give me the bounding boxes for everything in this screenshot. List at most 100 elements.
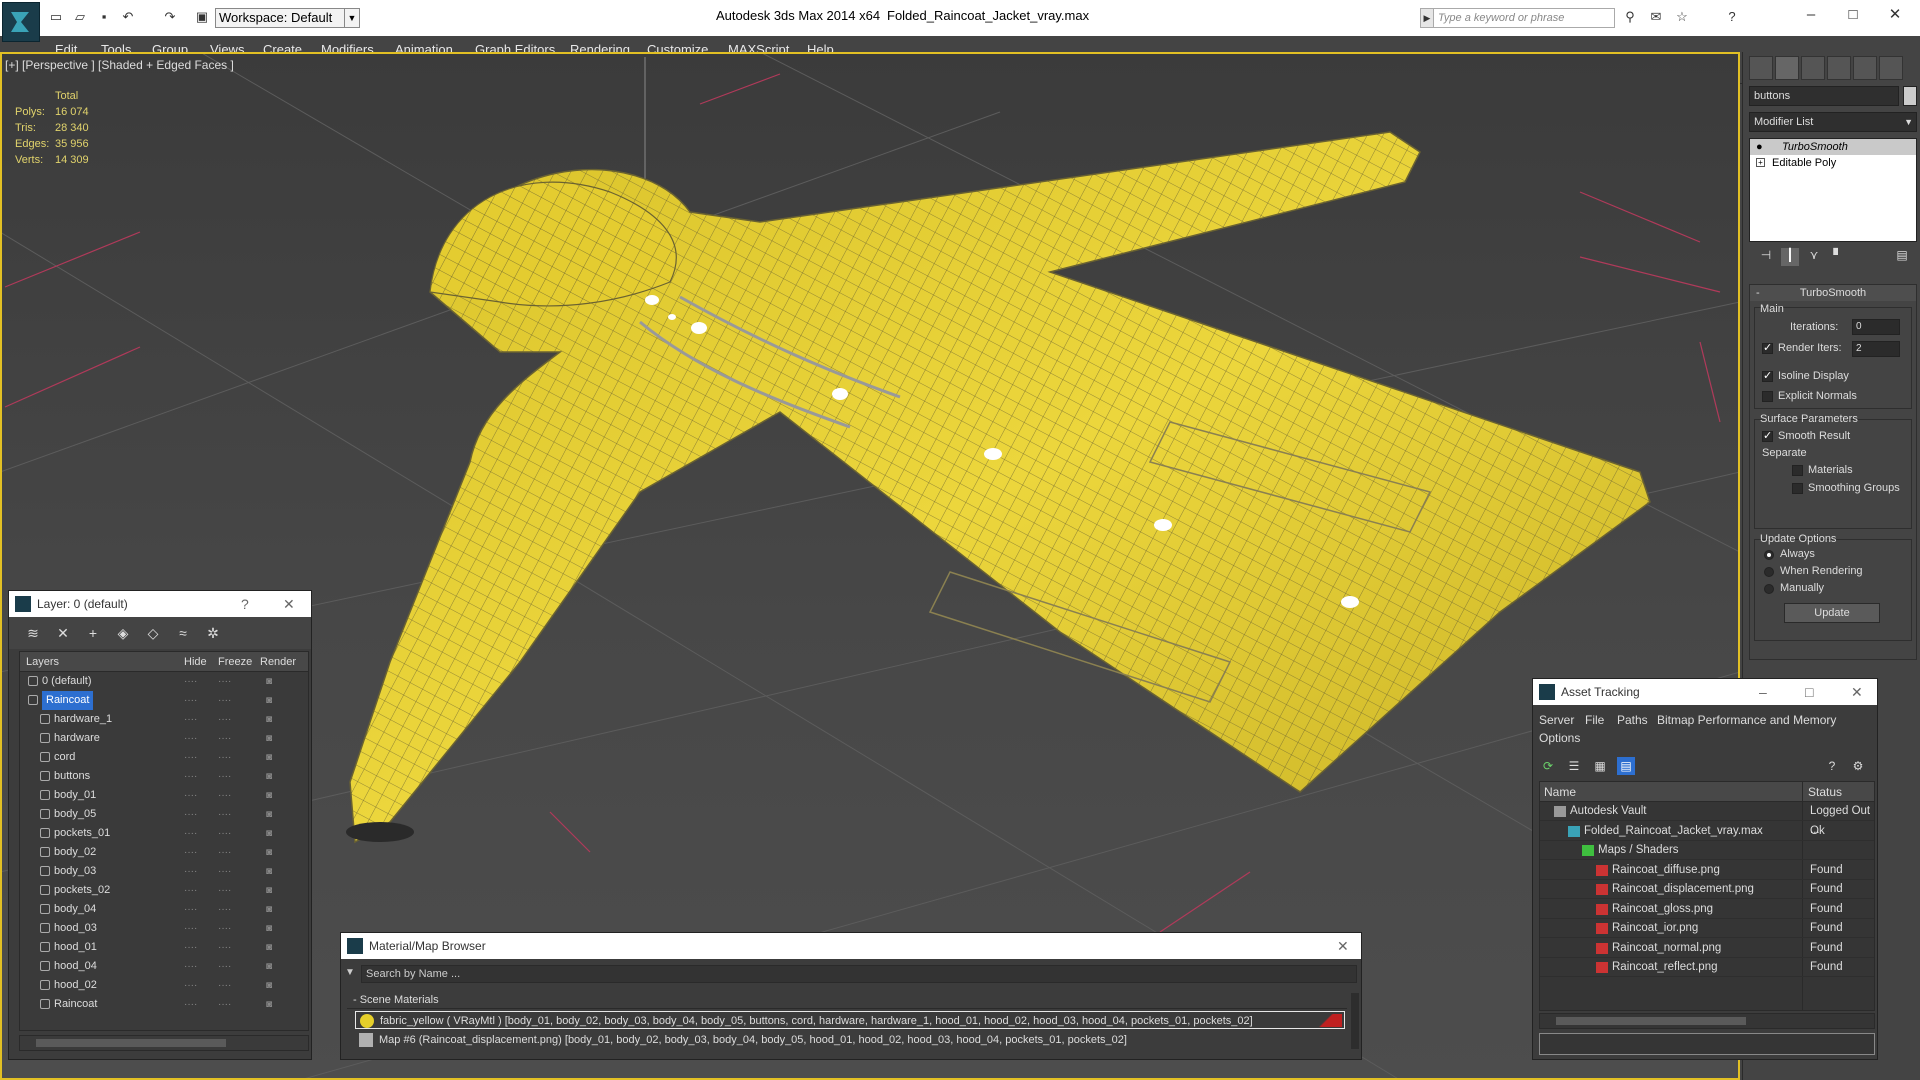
render-toggle-icon[interactable]: ◙ bbox=[266, 748, 272, 767]
hide-toggle-icon[interactable]: ···· bbox=[184, 805, 197, 824]
expand-plus-icon[interactable]: + bbox=[1756, 158, 1765, 167]
project-folder-icon[interactable]: ▣ bbox=[194, 9, 210, 25]
menu-bitmap-performance[interactable]: Bitmap Performance and Memory bbox=[1657, 713, 1836, 727]
asset-row[interactable]: Raincoat_gloss.png Found bbox=[1540, 900, 1874, 919]
layer-name[interactable]: body_04 bbox=[54, 900, 96, 919]
viewport-label[interactable]: [+] [Perspective ] [Shaded + Edged Faces… bbox=[5, 58, 234, 72]
menu-server[interactable]: Server bbox=[1539, 713, 1574, 727]
maximize-icon[interactable]: □ bbox=[1838, 4, 1868, 26]
render-toggle-icon[interactable]: ◙ bbox=[266, 995, 272, 1014]
layer-name[interactable]: 0 (default) bbox=[42, 672, 92, 691]
isoline-display-checkbox[interactable] bbox=[1762, 369, 1773, 382]
asset-tracking-title-bar[interactable]: Asset Tracking – □ ✕ bbox=[1533, 679, 1877, 705]
hide-toggle-icon[interactable]: ···· bbox=[184, 919, 197, 938]
scene-materials-group[interactable]: - Scene Materials bbox=[347, 991, 1347, 1009]
refresh-icon[interactable]: ⟳ bbox=[1539, 757, 1557, 775]
smooth-result-checkbox[interactable] bbox=[1762, 429, 1773, 442]
layer-row[interactable]: pockets_02 ···· ···· ◙ bbox=[20, 881, 308, 900]
hide-toggle-icon[interactable]: ···· bbox=[184, 976, 197, 995]
layer-row[interactable]: body_01 ···· ···· ◙ bbox=[20, 786, 308, 805]
pin-stack-icon[interactable]: ⊣ bbox=[1757, 248, 1775, 266]
select-objects-icon[interactable]: ◈ bbox=[115, 625, 131, 641]
layer-name[interactable]: hardware_1 bbox=[54, 710, 112, 729]
render-toggle-icon[interactable]: ◙ bbox=[266, 805, 272, 824]
hide-toggle-icon[interactable]: ···· bbox=[184, 995, 197, 1014]
new-file-icon[interactable]: ▭ bbox=[48, 9, 64, 25]
hide-toggle-icon[interactable]: ···· bbox=[184, 900, 197, 919]
close-icon[interactable]: ✕ bbox=[1337, 933, 1349, 959]
material-browser-title-bar[interactable]: Material/Map Browser ✕ bbox=[341, 933, 1361, 959]
workspace-dropdown-arrow-icon[interactable]: ▼ bbox=[344, 8, 360, 28]
render-iters-spinner[interactable]: 2 bbox=[1852, 341, 1900, 357]
layer-name[interactable]: hardware bbox=[54, 729, 100, 748]
column-hide[interactable]: Hide bbox=[184, 652, 207, 672]
redo-icon[interactable]: ↷ bbox=[162, 9, 178, 25]
hide-toggle-icon[interactable]: ···· bbox=[184, 748, 197, 767]
layer-name[interactable]: hood_01 bbox=[54, 938, 97, 957]
minimize-icon[interactable]: – bbox=[1796, 4, 1826, 26]
freeze-toggle-icon[interactable]: ···· bbox=[218, 843, 231, 862]
workspace-dropdown[interactable]: Workspace: Default bbox=[215, 8, 360, 28]
render-toggle-icon[interactable]: ◙ bbox=[266, 900, 272, 919]
freeze-toggle-icon[interactable]: ···· bbox=[218, 938, 231, 957]
freeze-toggle-icon[interactable]: ···· bbox=[218, 786, 231, 805]
manually-radio[interactable] bbox=[1764, 584, 1774, 594]
material-vertical-scrollbar[interactable] bbox=[1351, 993, 1359, 1049]
remove-modifier-icon[interactable]: ▘ bbox=[1829, 248, 1847, 266]
layer-panel-title-bar[interactable]: Layer: 0 (default) ? ✕ bbox=[9, 591, 311, 617]
new-layer-icon[interactable]: ≋ bbox=[25, 625, 41, 641]
create-tab-icon[interactable] bbox=[1749, 56, 1773, 80]
freeze-toggle-icon[interactable]: ···· bbox=[218, 710, 231, 729]
render-toggle-icon[interactable]: ◙ bbox=[266, 919, 272, 938]
freeze-toggle-icon[interactable]: ···· bbox=[218, 900, 231, 919]
help-icon[interactable]: ? bbox=[241, 591, 249, 617]
delete-layer-icon[interactable]: ✕ bbox=[55, 625, 71, 641]
close-icon[interactable]: ✕ bbox=[1880, 4, 1910, 26]
freeze-toggle-icon[interactable]: ···· bbox=[218, 957, 231, 976]
layer-row[interactable]: hardware_1 ···· ···· ◙ bbox=[20, 710, 308, 729]
iterations-spinner[interactable]: 0 bbox=[1852, 319, 1900, 335]
list-view-icon[interactable]: ☰ bbox=[1565, 757, 1583, 775]
help-icon[interactable]: ? bbox=[1724, 9, 1740, 25]
freeze-toggle-icon[interactable]: ···· bbox=[218, 729, 231, 748]
scroll-thumb[interactable] bbox=[1556, 1017, 1746, 1025]
asset-row[interactable]: Raincoat_reflect.png Found bbox=[1540, 958, 1874, 977]
layer-name[interactable]: hood_02 bbox=[54, 976, 97, 995]
layer-name[interactable]: pockets_02 bbox=[54, 881, 110, 900]
minimize-icon[interactable]: – bbox=[1759, 679, 1767, 705]
hide-toggle-icon[interactable]: ···· bbox=[184, 843, 197, 862]
column-layers[interactable]: Layers bbox=[26, 652, 59, 672]
configure-sets-icon[interactable]: ▤ bbox=[1893, 248, 1911, 266]
column-name[interactable]: Name bbox=[1544, 782, 1576, 802]
menu-options[interactable]: Options bbox=[1539, 731, 1580, 745]
hide-toggle-icon[interactable]: ···· bbox=[184, 691, 197, 710]
layer-name[interactable]: hood_03 bbox=[54, 919, 97, 938]
object-color-swatch[interactable] bbox=[1903, 86, 1917, 106]
render-toggle-icon[interactable]: ◙ bbox=[266, 862, 272, 881]
hide-toggle-icon[interactable]: ···· bbox=[184, 786, 197, 805]
hide-toggle-icon[interactable]: ···· bbox=[184, 729, 197, 748]
layer-row[interactable]: hood_02 ···· ···· ◙ bbox=[20, 976, 308, 995]
render-toggle-icon[interactable]: ◙ bbox=[266, 786, 272, 805]
show-end-result-icon[interactable]: ┃ bbox=[1781, 248, 1799, 266]
hide-all-icon[interactable]: ≈ bbox=[175, 625, 191, 641]
asset-row[interactable]: Raincoat_diffuse.png Found bbox=[1540, 861, 1874, 880]
layer-row[interactable]: Raincoat ···· ···· ◙ bbox=[20, 995, 308, 1014]
render-toggle-icon[interactable]: ◙ bbox=[266, 881, 272, 900]
render-toggle-icon[interactable]: ◙ bbox=[266, 691, 272, 710]
motion-tab-icon[interactable] bbox=[1827, 56, 1851, 80]
freeze-toggle-icon[interactable]: ···· bbox=[218, 995, 231, 1014]
scroll-thumb[interactable] bbox=[36, 1039, 226, 1047]
layer-row[interactable]: 0 (default) ···· ···· ◙ bbox=[20, 672, 308, 691]
modify-tab-icon[interactable] bbox=[1775, 56, 1799, 80]
freeze-toggle-icon[interactable]: ···· bbox=[218, 919, 231, 938]
explicit-normals-checkbox[interactable] bbox=[1762, 391, 1773, 402]
asset-row[interactable]: Autodesk Vault Logged Out ... bbox=[1540, 802, 1874, 836]
save-icon[interactable]: ▪ bbox=[96, 9, 112, 25]
render-iters-checkbox[interactable] bbox=[1762, 341, 1773, 354]
update-button[interactable]: Update bbox=[1784, 603, 1880, 623]
freeze-toggle-icon[interactable]: ···· bbox=[218, 862, 231, 881]
hide-toggle-icon[interactable]: ···· bbox=[184, 672, 197, 691]
material-item[interactable]: fabric_yellow ( VRayMtl ) [body_01, body… bbox=[355, 1011, 1345, 1029]
close-icon[interactable]: ✕ bbox=[283, 591, 295, 617]
